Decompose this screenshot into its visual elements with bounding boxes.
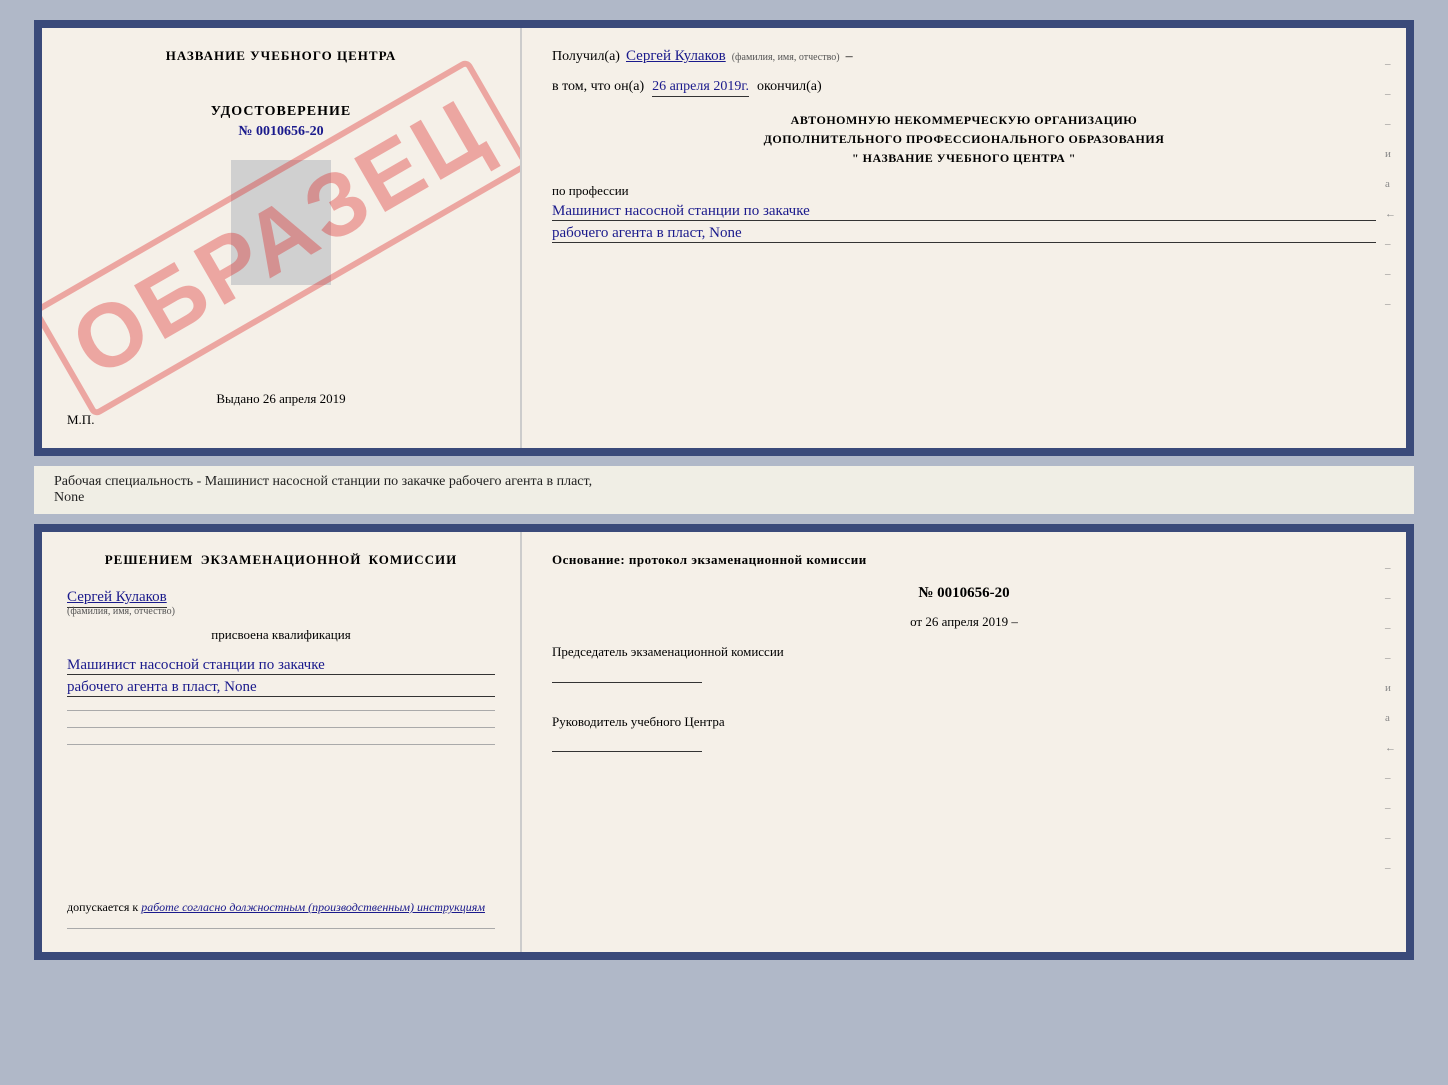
dash1: – [846, 49, 853, 65]
protocol-number: № 0010656-20 [552, 585, 1376, 602]
br-i: и [1385, 682, 1396, 694]
okonchil-label: окончил(а) [757, 79, 822, 95]
br-dash7: – [1385, 832, 1396, 844]
bottom-profession-line2: рабочего агента в пласт, None [67, 679, 495, 697]
side-decorations: – – – и а ← – – – [1385, 58, 1396, 310]
bottom-profession-line1: Машинист насосной станции по закачке [67, 657, 495, 675]
recipient-name: Сергей Кулаков [626, 48, 726, 65]
middle-text-block: Рабочая специальность - Машинист насосно… [34, 466, 1414, 514]
br-dash1: – [1385, 562, 1396, 574]
br-dash6: – [1385, 802, 1396, 814]
vtom-label: в том, что он(а) [552, 79, 644, 95]
ud-number: № 0010656-20 [211, 124, 351, 140]
side-i: и [1385, 148, 1396, 160]
side-dash3: – [1385, 118, 1396, 130]
predsedatel-title: Председатель экзаменационной комиссии [552, 644, 784, 659]
br-arrow: ← [1385, 742, 1396, 754]
protocol-date: от 26 апреля 2019 – [552, 614, 1376, 630]
middle-text-line1: Рабочая специальность - Машинист насосно… [54, 474, 592, 489]
br-a: а [1385, 712, 1396, 724]
bottom-side-decorations: – – – – и а ← – – – – [1385, 562, 1396, 874]
separator2 [67, 727, 495, 728]
name-hint: (фамилия, имя, отчество) [732, 52, 840, 63]
profession-line1: Машинист насосной станции по закачке [552, 203, 1376, 221]
bottom-right-panel: Основание: протокол экзаменационной коми… [522, 532, 1406, 952]
udostoverenie-block: УДОСТОВЕРЕНИЕ № 0010656-20 [211, 104, 351, 140]
dopuskaetsya-line: допускается к работе согласно должностны… [67, 900, 495, 915]
prisvoena-line: присвоена квалификация [67, 627, 495, 643]
side-a: а [1385, 178, 1396, 190]
separator3 [67, 744, 495, 745]
org-line3: " НАЗВАНИЕ УЧЕБНОГО ЦЕНТРА " [552, 149, 1376, 168]
mp-line: М.П. [67, 412, 94, 428]
bottom-name-block: Сергей Кулаков (фамилия, имя, отчество) [67, 588, 495, 617]
dopuskaetsya-text: работе согласно должностным (производств… [141, 900, 485, 914]
osnovanie-title: Основание: протокол экзаменационной коми… [552, 552, 1376, 568]
protocol-dash: – [1011, 614, 1018, 629]
br-dash5: – [1385, 772, 1396, 784]
ud-title: УДОСТОВЕРЕНИЕ [211, 104, 351, 120]
vydano-line: Выдано 26 апреля 2019 [216, 381, 345, 407]
br-dash8: – [1385, 862, 1396, 874]
bottom-document: Решением экзаменационной комиссии Сергей… [34, 524, 1414, 960]
rukovoditel-block: Руководитель учебного Центра [552, 712, 1376, 760]
side-dash2: – [1385, 88, 1396, 100]
middle-text-line2: None [54, 490, 84, 505]
dopuskaetsya-label: допускается к [67, 900, 138, 914]
rukovoditel-signature [552, 732, 702, 752]
top-right-panel: Получил(а) Сергей Кулаков (фамилия, имя,… [522, 28, 1406, 448]
school-name-title: НАЗВАНИЕ УЧЕБНОГО ЦЕНТРА [166, 48, 397, 64]
course-date: 26 апреля 2019г. [652, 79, 749, 97]
ot-label: от [910, 614, 922, 629]
protocol-date-value: 26 апреля 2019 [925, 614, 1008, 629]
org-line1: АВТОНОМНУЮ НЕКОММЕРЧЕСКУЮ ОРГАНИЗАЦИЮ [552, 111, 1376, 130]
br-dash2: – [1385, 592, 1396, 604]
rukovoditel-title: Руководитель учебного Центра [552, 714, 725, 729]
top-document: НАЗВАНИЕ УЧЕБНОГО ЦЕНТРА УДОСТОВЕРЕНИЕ №… [34, 20, 1414, 456]
bottom-profession-block: Машинист насосной станции по закачке раб… [67, 653, 495, 697]
profession-line2: рабочего агента в пласт, None [552, 225, 1376, 243]
photo-placeholder [231, 160, 331, 285]
bottom-left-panel: Решением экзаменационной комиссии Сергей… [42, 532, 522, 952]
predsedatel-block: Председатель экзаменационной комиссии [552, 642, 1376, 690]
top-left-panel: НАЗВАНИЕ УЧЕБНОГО ЦЕНТРА УДОСТОВЕРЕНИЕ №… [42, 28, 522, 448]
br-dash3: – [1385, 622, 1396, 634]
po-professii-label: по профессии Машинист насосной станции п… [552, 183, 1376, 243]
separator1 [67, 710, 495, 711]
predsedatel-signature [552, 663, 702, 683]
org-line2: ДОПОЛНИТЕЛЬНОГО ПРОФЕССИОНАЛЬНОГО ОБРАЗО… [552, 130, 1376, 149]
side-dash5: – [1385, 268, 1396, 280]
side-dash4: – [1385, 238, 1396, 250]
bottom-name-hint: (фамилия, имя, отчество) [67, 606, 495, 617]
br-dash4: – [1385, 652, 1396, 664]
org-block: АВТОНОМНУЮ НЕКОММЕРЧЕСКУЮ ОРГАНИЗАЦИЮ ДО… [552, 111, 1376, 169]
vtom-line: в том, что он(а) 26 апреля 2019г. окончи… [552, 79, 1376, 97]
poluchil-label: Получил(а) [552, 49, 620, 65]
side-arrow: ← [1385, 208, 1396, 220]
poluchil-line: Получил(а) Сергей Кулаков (фамилия, имя,… [552, 48, 1376, 65]
resheniem-title: Решением экзаменационной комиссии [67, 552, 495, 568]
side-dash1: – [1385, 58, 1396, 70]
separator4 [67, 928, 495, 929]
side-dash6: – [1385, 298, 1396, 310]
